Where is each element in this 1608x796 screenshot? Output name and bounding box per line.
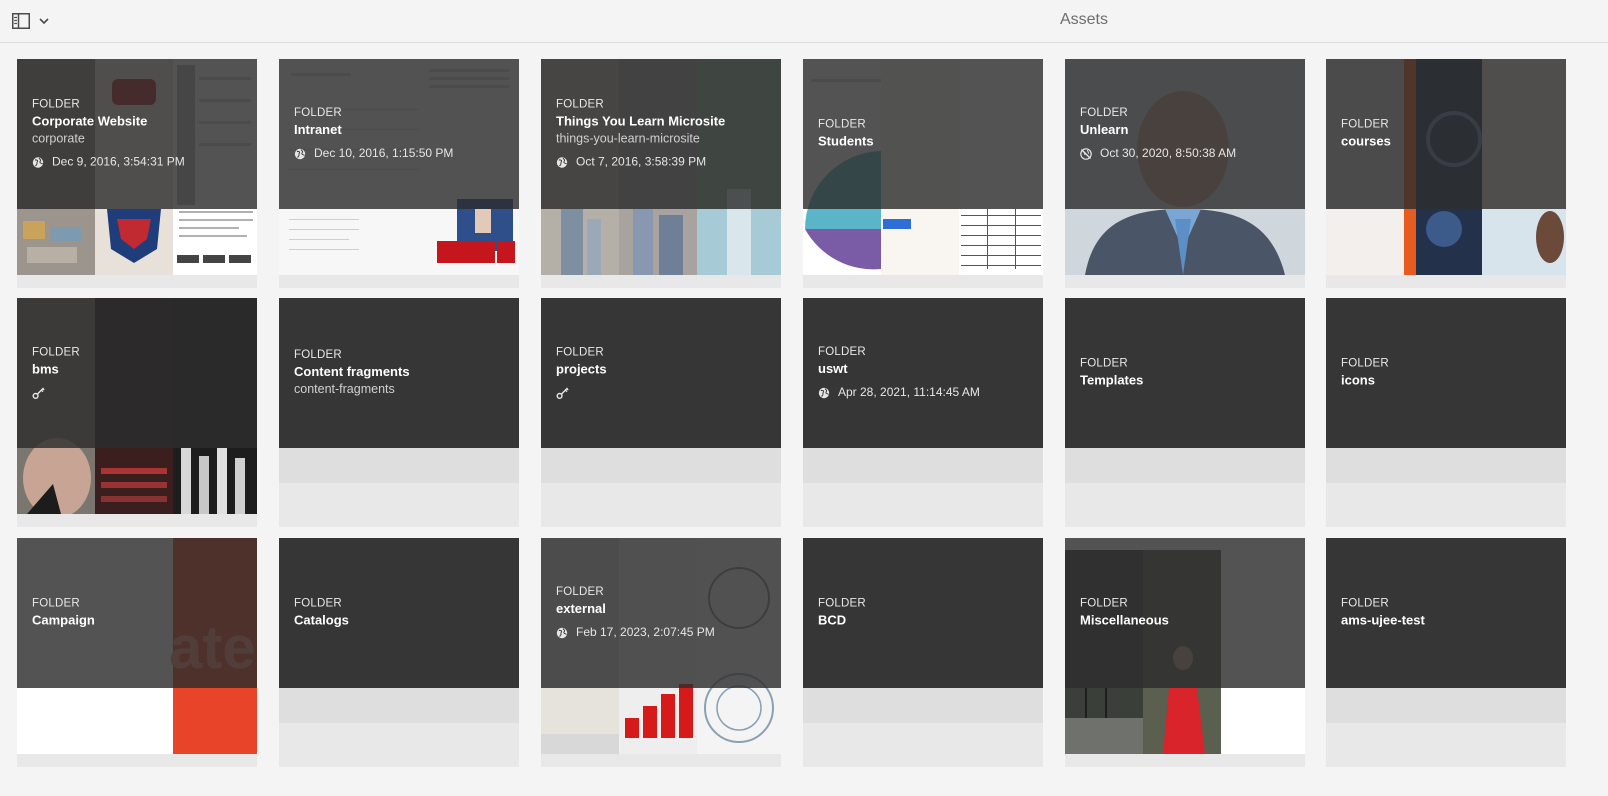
folder-card[interactable]: FOLDER Templates <box>1065 298 1305 527</box>
folder-card[interactable]: FOLDER bms <box>17 298 257 527</box>
card-type: FOLDER <box>1080 107 1128 119</box>
card-subtitle: content-fragments <box>294 382 395 396</box>
card-placeholder-strip <box>279 448 519 483</box>
folder-card[interactable]: FOLDER courses <box>1326 59 1566 288</box>
card-type: FOLDER <box>1341 118 1389 131</box>
card-type: FOLDER <box>32 346 80 359</box>
publish-status: Apr 28, 2021, 11:14:45 AM <box>818 384 1033 401</box>
key-icon <box>32 387 45 399</box>
key-icon <box>556 387 569 399</box>
folder-card[interactable]: FOLDER BCD <box>803 538 1043 767</box>
folder-card[interactable]: FOLDER uswt Apr 28, 2021, 11:14:45 AM <box>803 298 1043 527</box>
card-type: FOLDER <box>1080 357 1128 370</box>
card-title: icons <box>1341 372 1375 388</box>
card-type: FOLDER <box>1080 597 1128 610</box>
card-title: Intranet <box>294 122 342 137</box>
card-title: uswt <box>818 361 848 376</box>
card-placeholder-strip <box>541 448 781 483</box>
publish-status: Feb 17, 2023, 2:07:45 PM <box>556 624 771 641</box>
top-bar: Assets <box>0 0 1608 43</box>
globe-icon <box>818 387 830 398</box>
card-date: Oct 30, 2020, 8:50:38 AM <box>1100 146 1237 160</box>
card-type: FOLDER <box>32 98 80 111</box>
card-placeholder-strip <box>803 688 1043 723</box>
card-type: FOLDER <box>1341 597 1389 610</box>
folder-card[interactable]: FOLDER Content fragments content-fragments <box>279 298 519 527</box>
lock-status <box>556 387 771 401</box>
card-title: projects <box>556 361 607 377</box>
folder-card[interactable]: FOLDER Corporate Website corporate Dec 9, 2… <box>17 59 257 288</box>
card-title: Miscellaneous <box>1080 612 1169 628</box>
card-type: FOLDER <box>818 346 866 358</box>
card-type: FOLDER <box>294 107 342 119</box>
card-title: bms <box>32 361 59 377</box>
folder-card[interactable]: FOLDER ams-ujee-test <box>1326 538 1566 767</box>
card-title: Templates <box>1080 372 1144 388</box>
globe-off-icon <box>1080 147 1092 160</box>
card-type: FOLDER <box>556 98 604 111</box>
card-title: courses <box>1341 133 1391 149</box>
folder-card[interactable]: FOLDER external Feb 17, 2023, 2:07:45 PM <box>541 538 781 767</box>
card-placeholder-strip <box>279 688 519 723</box>
card-subtitle: things-you-learn-microsite <box>556 131 700 146</box>
card-type: FOLDER <box>294 597 342 610</box>
folder-card[interactable]: FOLDER projects <box>541 298 781 527</box>
card-title: Catalogs <box>294 612 349 628</box>
folder-card[interactable]: FOLDER Catalogs <box>279 538 519 767</box>
card-placeholder-strip <box>1326 448 1566 483</box>
card-placeholder-strip <box>803 448 1043 483</box>
publish-status: Oct 7, 2016, 3:58:39 PM <box>556 154 771 171</box>
page-title: Assets <box>1059 11 1108 28</box>
card-placeholder-strip <box>1326 688 1566 723</box>
card-title: Unlearn <box>1080 122 1129 137</box>
folder-card[interactable]: FOLDER Unlearn Oct 30, 2020, 8:50:38 AM <box>1065 59 1305 288</box>
lock-status <box>32 387 247 401</box>
card-title: Content fragments <box>294 364 410 379</box>
card-date: Dec 10, 2016, 1:15:50 PM <box>314 146 454 160</box>
folder-card[interactable]: FOLDER Miscellaneous <box>1065 538 1305 767</box>
card-date: Oct 7, 2016, 3:58:39 PM <box>576 154 707 169</box>
publish-status: Dec 9, 2016, 3:54:31 PM <box>32 154 247 171</box>
card-type: FOLDER <box>556 586 604 598</box>
card-type: FOLDER <box>1341 357 1389 370</box>
card-placeholder-strip <box>1065 448 1305 483</box>
card-title: Students <box>818 133 874 149</box>
globe-icon <box>556 156 568 168</box>
globe-icon <box>556 627 568 638</box>
card-type: FOLDER <box>294 349 342 361</box>
card-type: FOLDER <box>818 118 866 131</box>
card-title: Corporate Website <box>32 113 148 129</box>
folder-card[interactable]: FOLDER Intranet Dec 10, 2016, 1:15:50 PM <box>279 59 519 288</box>
publish-status: Oct 30, 2020, 8:50:38 AM <box>1080 145 1295 162</box>
card-type: FOLDER <box>818 597 866 610</box>
folder-card[interactable]: FOLDER Students <box>803 59 1043 288</box>
folder-card[interactable]: FOLDER Things You Learn Microsite things-y… <box>541 59 781 288</box>
card-title: Campaign <box>32 612 95 628</box>
publish-status: Dec 10, 2016, 1:15:50 PM <box>294 145 509 162</box>
card-subtitle: corporate <box>32 131 85 146</box>
card-title: external <box>556 601 606 616</box>
card-title: BCD <box>818 612 847 628</box>
folder-card[interactable]: FOLDER icons <box>1326 298 1566 527</box>
card-title: ams-ujee-test <box>1341 612 1425 628</box>
folder-card[interactable]: ateFOLDERCampaign <box>17 538 257 767</box>
card-type: FOLDER <box>556 346 604 359</box>
card-type: FOLDER <box>32 597 80 610</box>
card-date: Dec 9, 2016, 3:54:31 PM <box>52 154 185 169</box>
card-title: Things You Learn Microsite <box>556 113 726 129</box>
card-date: Feb 17, 2023, 2:07:45 PM <box>576 625 715 639</box>
globe-icon <box>32 156 44 168</box>
card-date: Apr 28, 2021, 11:14:45 AM <box>838 385 980 399</box>
globe-icon <box>294 148 306 159</box>
